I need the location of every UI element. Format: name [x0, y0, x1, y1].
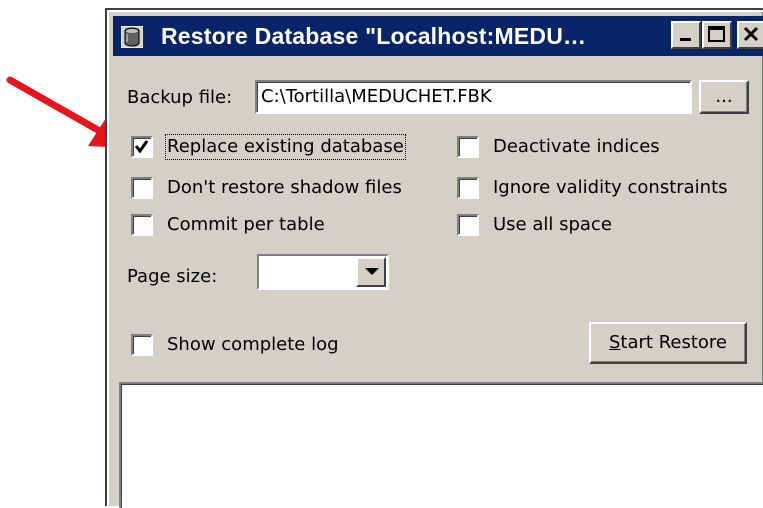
restore-database-window: Restore Database "Localhost:MEDU… Backup… [107, 10, 763, 508]
minimize-icon [680, 38, 691, 41]
deactivate-indices-checkbox[interactable] [457, 136, 479, 158]
start-restore-mnemonic: S [608, 332, 621, 353]
checkmark-icon [134, 140, 149, 154]
title-bar[interactable]: Restore Database "Localhost:MEDU… [113, 16, 763, 56]
close-button[interactable] [737, 21, 763, 49]
browse-button[interactable]: ... [699, 80, 749, 114]
minimize-button[interactable] [671, 21, 701, 49]
restore-log-area[interactable] [119, 382, 763, 508]
close-icon [743, 26, 759, 42]
page-size-dropdown-button[interactable] [356, 257, 386, 287]
backup-file-label: Backup file: [127, 87, 233, 108]
ignore-validity-checkbox[interactable] [457, 177, 479, 199]
database-icon [121, 26, 143, 48]
page-size-select[interactable] [257, 254, 389, 290]
dont-restore-shadow-label[interactable]: Don't restore shadow files [167, 177, 402, 199]
deactivate-indices-label[interactable]: Deactivate indices [493, 136, 660, 158]
maximize-icon [708, 26, 725, 42]
start-restore-button[interactable]: Start Restore [589, 322, 747, 364]
start-restore-label: tart Restore [620, 332, 727, 353]
dont-restore-shadow-checkbox[interactable] [131, 177, 153, 199]
use-all-space-checkbox[interactable] [457, 214, 479, 236]
window-title: Restore Database "Localhost:MEDU… [161, 23, 587, 49]
show-complete-log-label[interactable]: Show complete log [167, 334, 339, 356]
chevron-down-icon [365, 268, 379, 275]
backup-file-input[interactable]: C:\Tortilla\MEDUCHET.FBK [255, 80, 692, 114]
commit-per-table-checkbox[interactable] [131, 214, 153, 236]
replace-existing-checkbox[interactable] [131, 136, 153, 158]
show-complete-log-checkbox[interactable] [131, 334, 153, 356]
replace-existing-label[interactable]: Replace existing database [165, 134, 406, 160]
maximize-button[interactable] [702, 21, 732, 49]
use-all-space-label[interactable]: Use all space [493, 214, 612, 236]
commit-per-table-label[interactable]: Commit per table [167, 214, 325, 236]
ignore-validity-label[interactable]: Ignore validity constraints [493, 177, 728, 199]
page-size-label: Page size: [127, 266, 218, 287]
